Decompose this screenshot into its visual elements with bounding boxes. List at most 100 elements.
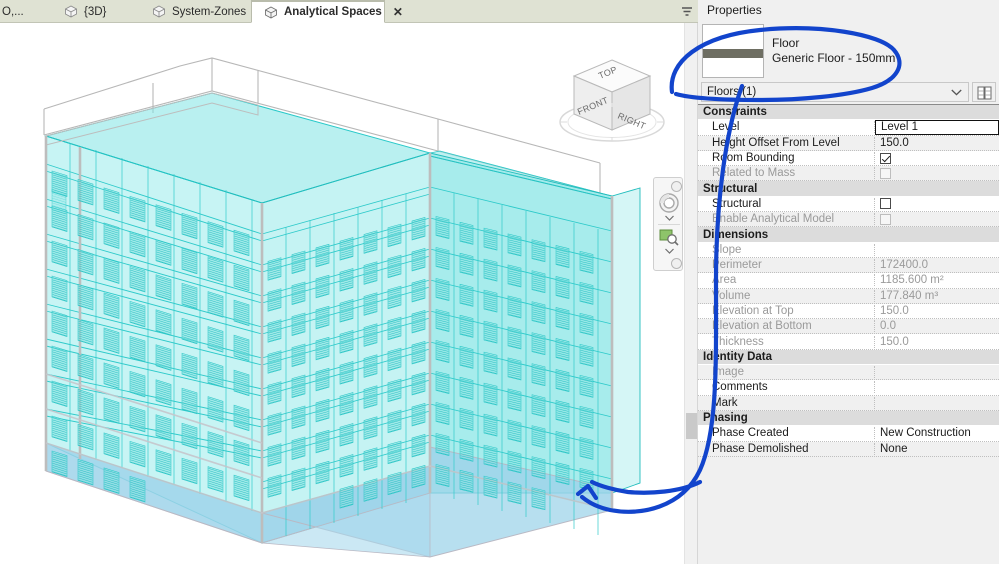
property-value[interactable]: 177.840 m³ — [875, 290, 999, 302]
property-value[interactable]: 150.0 — [875, 305, 999, 317]
property-row[interactable]: Comments — [698, 380, 999, 396]
property-name: Structural — [698, 197, 875, 210]
property-value[interactable]: 1185.600 m² — [875, 274, 999, 286]
property-value[interactable]: Level 1 — [875, 119, 999, 135]
property-name: Elevation at Top — [698, 305, 875, 317]
property-row[interactable]: Volume 177.840 m³ — [698, 288, 999, 304]
property-row[interactable]: Elevation at Top 150.0 — [698, 303, 999, 320]
properties-panel-title: Properties — [698, 0, 999, 21]
property-value[interactable]: None — [875, 443, 999, 455]
splitter-grip[interactable] — [686, 413, 697, 439]
property-name: Mark — [698, 396, 875, 409]
view-cube[interactable]: FRONT RIGHT TOP — [548, 36, 676, 164]
zoom-tools-chevron-down-icon[interactable] — [665, 248, 674, 254]
property-name: Slope — [698, 243, 875, 256]
property-value-text: Level 1 — [881, 120, 919, 133]
property-row[interactable]: Height Offset From Level 150.0 — [698, 135, 999, 151]
tab-label: Analytical Spaces — [284, 6, 382, 18]
property-name: Room Bounding — [698, 152, 875, 165]
property-group-header: Structural — [698, 181, 999, 197]
close-icon[interactable]: ✕ — [393, 6, 403, 18]
family-name: Floor — [772, 36, 800, 50]
tab-label: System-Zones — [172, 5, 247, 18]
property-group-label: Identity Data — [703, 350, 773, 363]
property-row[interactable]: Image — [698, 365, 999, 381]
property-group-label: Structural — [703, 182, 758, 195]
revit-window: O,... {3D} System-Zones Analytical Space… — [0, 0, 999, 564]
property-name: Enable Analytical Model — [698, 213, 875, 226]
property-name: Phase Created — [698, 427, 875, 440]
property-value[interactable]: 0.0 — [875, 320, 999, 332]
tab-system-zones[interactable]: System-Zones — [140, 0, 251, 23]
checkbox[interactable] — [880, 167, 891, 179]
property-value-text: None — [880, 442, 908, 455]
property-row[interactable]: Related to Mass — [698, 166, 999, 182]
property-row[interactable]: Level Level 1 — [698, 119, 999, 136]
property-row[interactable]: Room Bounding — [698, 150, 999, 167]
property-group-label: Dimensions — [703, 228, 769, 241]
property-value[interactable]: 150.0 — [875, 137, 999, 149]
tab-strip: O,... {3D} System-Zones Analytical Space… — [0, 0, 403, 23]
property-value[interactable] — [875, 198, 999, 210]
tab-list-dropdown-icon[interactable] — [679, 4, 695, 20]
view-tab-bar: O,... {3D} System-Zones Analytical Space… — [0, 0, 699, 23]
navbar-help-icon[interactable] — [671, 181, 682, 192]
property-row[interactable]: Enable Analytical Model — [698, 212, 999, 228]
property-row[interactable]: Elevation at Bottom 0.0 — [698, 319, 999, 335]
property-row[interactable]: Phase Created New Construction — [698, 426, 999, 442]
cube-icon — [65, 5, 77, 18]
zoom-tools-icon[interactable] — [659, 228, 679, 246]
property-row[interactable]: Thickness 150.0 — [698, 334, 999, 350]
tab-3d-view[interactable]: {3D} — [52, 0, 140, 23]
property-value-text: 0.0 — [880, 320, 896, 333]
property-value[interactable] — [875, 167, 999, 179]
checkbox[interactable] — [880, 152, 891, 164]
property-group-label: Constraints — [703, 106, 767, 119]
property-value-text: New Construction — [880, 427, 971, 440]
property-name: Volume — [698, 289, 875, 302]
instance-combo-box[interactable]: Floors (1) — [701, 82, 969, 102]
property-name: Related to Mass — [698, 167, 875, 180]
property-value-text: 150.0 — [880, 305, 909, 317]
property-name: Phase Demolished — [698, 442, 875, 455]
type-selector[interactable]: Floor Generic Floor - 150mm — [702, 24, 997, 78]
chevron-down-icon[interactable] — [951, 89, 962, 96]
tab-label: {3D} — [84, 5, 107, 18]
property-row[interactable]: Structural — [698, 196, 999, 213]
property-row[interactable]: Perimeter 172400.0 — [698, 257, 999, 274]
checkbox[interactable] — [880, 198, 891, 210]
property-value[interactable]: 172400.0 — [875, 259, 999, 271]
property-name: Level — [698, 121, 875, 134]
type-preview-thumbnail — [702, 24, 764, 78]
navigation-bar[interactable] — [653, 177, 683, 271]
property-name: Height Offset From Level — [698, 136, 875, 149]
tab-truncated[interactable]: O,... — [0, 0, 52, 23]
property-row[interactable]: Area 1185.600 m² — [698, 273, 999, 289]
property-value-text: 177.840 m³ — [880, 289, 939, 302]
type-selector-labels: Floor Generic Floor - 150mm — [764, 24, 895, 66]
property-row[interactable]: Slope — [698, 242, 999, 258]
property-value[interactable]: 150.0 — [875, 336, 999, 348]
navbar-options-icon[interactable] — [671, 258, 682, 269]
steering-wheels-chevron-down-icon[interactable] — [665, 215, 674, 221]
tab-analytical-spaces[interactable]: Analytical Spaces ✕ — [251, 0, 403, 23]
property-name: Perimeter — [698, 259, 875, 272]
panel-splitter[interactable] — [684, 23, 698, 564]
cube-icon — [265, 6, 277, 18]
checkbox[interactable] — [880, 213, 891, 225]
floor-slab-swatch — [703, 49, 763, 58]
property-value[interactable] — [875, 213, 999, 225]
property-row[interactable]: Mark — [698, 395, 999, 411]
property-row[interactable]: Phase Demolished None — [698, 441, 999, 457]
property-group-header: Identity Data — [698, 349, 999, 366]
property-group-header: Phasing — [698, 410, 999, 427]
navbar-divider — [658, 224, 680, 225]
edit-type-button[interactable] — [972, 82, 996, 102]
property-value-text: 1185.600 m² — [880, 274, 944, 287]
steering-wheels-icon[interactable] — [658, 192, 680, 214]
property-value[interactable]: New Construction — [875, 427, 999, 439]
property-value[interactable] — [875, 152, 999, 164]
property-value-text: 172400.0 — [880, 259, 928, 272]
property-value-text: 150.0 — [880, 335, 909, 348]
instance-selector-row: Floors (1) — [701, 82, 997, 102]
